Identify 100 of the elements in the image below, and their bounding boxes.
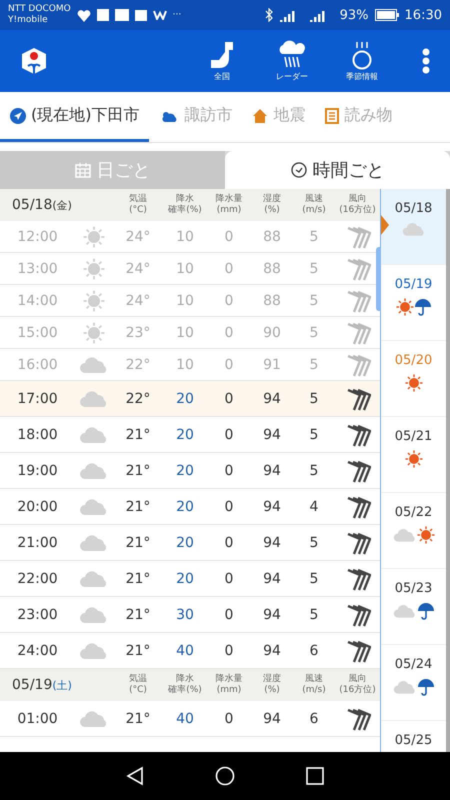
day-item[interactable]: 05/18	[381, 189, 446, 265]
temperature-cell-text: 23°	[124, 324, 152, 340]
wind-speed-cell-text: 5	[308, 324, 320, 340]
time-cell-text: 01:00	[16, 710, 59, 726]
back-icon[interactable]	[126, 766, 144, 786]
time-cell-text: 17:00	[16, 390, 59, 406]
humidity-cell-text: 94	[262, 710, 282, 726]
nav-button[interactable]: 季節情報	[330, 40, 394, 82]
heart-icon	[76, 8, 91, 22]
cloud-icon	[79, 570, 109, 588]
sun-icon	[83, 322, 105, 344]
wind-speed-cell-text: 5	[308, 292, 320, 308]
time-cell-text: 19:00	[16, 462, 59, 478]
column-unit: (%)	[264, 205, 280, 216]
time-cell-text: 20:00	[16, 498, 59, 514]
cloud-icon	[79, 390, 109, 408]
humidity-cell-text: 94	[262, 570, 282, 586]
sun-icon	[83, 290, 105, 312]
cloud-icon	[79, 534, 109, 552]
precipitation-cell-text: 0	[224, 390, 234, 406]
time-cell-text: 13:00	[16, 260, 59, 276]
column-unit: (mm)	[216, 685, 242, 696]
humidity-cell-text: 94	[262, 390, 282, 406]
column-header: 気温	[129, 194, 147, 205]
sun-icon	[396, 298, 414, 316]
column-unit: (%)	[264, 685, 280, 696]
clock-time: 16:30	[404, 8, 442, 22]
date-label: 05/19(土)	[11, 677, 73, 693]
column-unit: (16方位)	[339, 205, 376, 216]
column-header: 降水量	[216, 674, 242, 685]
wind-speed-cell-text: 6	[308, 710, 320, 726]
column-unit: 確率(%)	[168, 685, 202, 696]
cloud-icon	[79, 710, 109, 728]
time-cell-text: 12:00	[16, 228, 59, 244]
temperature-cell-text: 22°	[124, 356, 152, 372]
precipitation-cell-text: 0	[224, 426, 234, 442]
cloud-icon	[79, 426, 109, 444]
app-logo-icon	[20, 46, 48, 76]
wind-speed-cell-text: 5	[308, 570, 320, 586]
cloud-icon	[79, 356, 109, 374]
wind-speed-cell-text: 5	[308, 426, 320, 442]
clock-icon	[290, 162, 306, 178]
wind-speed-cell-text: 5	[308, 606, 320, 622]
humidity-cell-text: 94	[262, 426, 282, 442]
recent-apps-icon[interactable]	[306, 767, 324, 785]
precipitation-probability-cell-text: 10	[175, 356, 195, 372]
time-cell-text: 18:00	[16, 426, 59, 442]
precipitation-probability-cell-text: 30	[175, 606, 195, 622]
humidity-cell-text: 88	[262, 260, 282, 276]
cloud-icon	[392, 604, 416, 618]
menu-icon[interactable]	[422, 48, 430, 74]
precipitation-cell-text: 0	[224, 356, 234, 372]
day-date: 05/24	[394, 657, 432, 672]
cloud-icon	[79, 642, 109, 660]
column-unit: 確率(%)	[168, 205, 202, 216]
cloud-icon	[392, 528, 416, 542]
battery-percent: 93%	[340, 8, 369, 22]
precipitation-cell-text: 0	[224, 228, 234, 244]
humidity-cell-text: 91	[262, 356, 282, 372]
precipitation-probability-cell-text: 10	[175, 228, 195, 244]
wind-speed-cell-text: 6	[308, 642, 320, 658]
battery-icon	[374, 9, 399, 21]
precipitation-probability-cell-text: 40	[175, 710, 195, 726]
humidity-cell-text: 94	[262, 534, 282, 550]
precipitation-cell-text: 0	[224, 570, 234, 586]
humidity-cell-text: 90	[262, 324, 282, 340]
wind-speed-cell-text: 5	[308, 228, 320, 244]
temperature-cell-text: 24°	[124, 260, 152, 276]
day-date: 05/19	[394, 277, 432, 292]
humidity-cell-text: 88	[262, 292, 282, 308]
humidity-cell-text: 88	[262, 228, 282, 244]
date-label: 05/18(金)	[11, 197, 73, 213]
humidity-cell-text: 94	[262, 462, 282, 478]
temperature-cell-text: 21°	[124, 534, 152, 550]
temperature-cell-text: 21°	[124, 462, 152, 478]
day-item[interactable]: 05/19	[381, 265, 446, 341]
precipitation-cell-text: 0	[224, 606, 234, 622]
wind-speed-cell-text: 4	[308, 498, 320, 514]
column-header: 風向	[348, 674, 366, 684]
precipitation-probability-cell-text: 20	[175, 462, 195, 478]
nav-button[interactable]: レーダー	[260, 40, 324, 82]
column-unit: (°C)	[129, 685, 147, 696]
view-tab[interactable]: 時間ごと	[225, 151, 450, 189]
column-header: 降水	[176, 674, 194, 684]
precipitation-probability-cell-text: 10	[175, 324, 195, 340]
nav-button[interactable]: 全国	[190, 40, 254, 82]
column-header: 風速	[305, 194, 323, 205]
more-notifications: ···	[172, 10, 182, 20]
sun-icon	[404, 374, 422, 392]
temperature-cell-text: 21°	[124, 426, 152, 442]
wind-speed-cell-text: 5	[308, 390, 320, 406]
day-date: 05/20	[394, 353, 432, 368]
home-icon[interactable]	[214, 766, 235, 786]
time-cell-text: 21:00	[16, 534, 59, 550]
precipitation-probability-cell-text: 20	[175, 534, 195, 550]
precipitation-probability-cell-text: 40	[175, 642, 195, 658]
umbrella-icon	[414, 298, 432, 316]
humidity-cell-text: 94	[262, 498, 282, 514]
temperature-cell-text: 21°	[124, 498, 152, 514]
time-cell-text: 14:00	[16, 292, 59, 308]
